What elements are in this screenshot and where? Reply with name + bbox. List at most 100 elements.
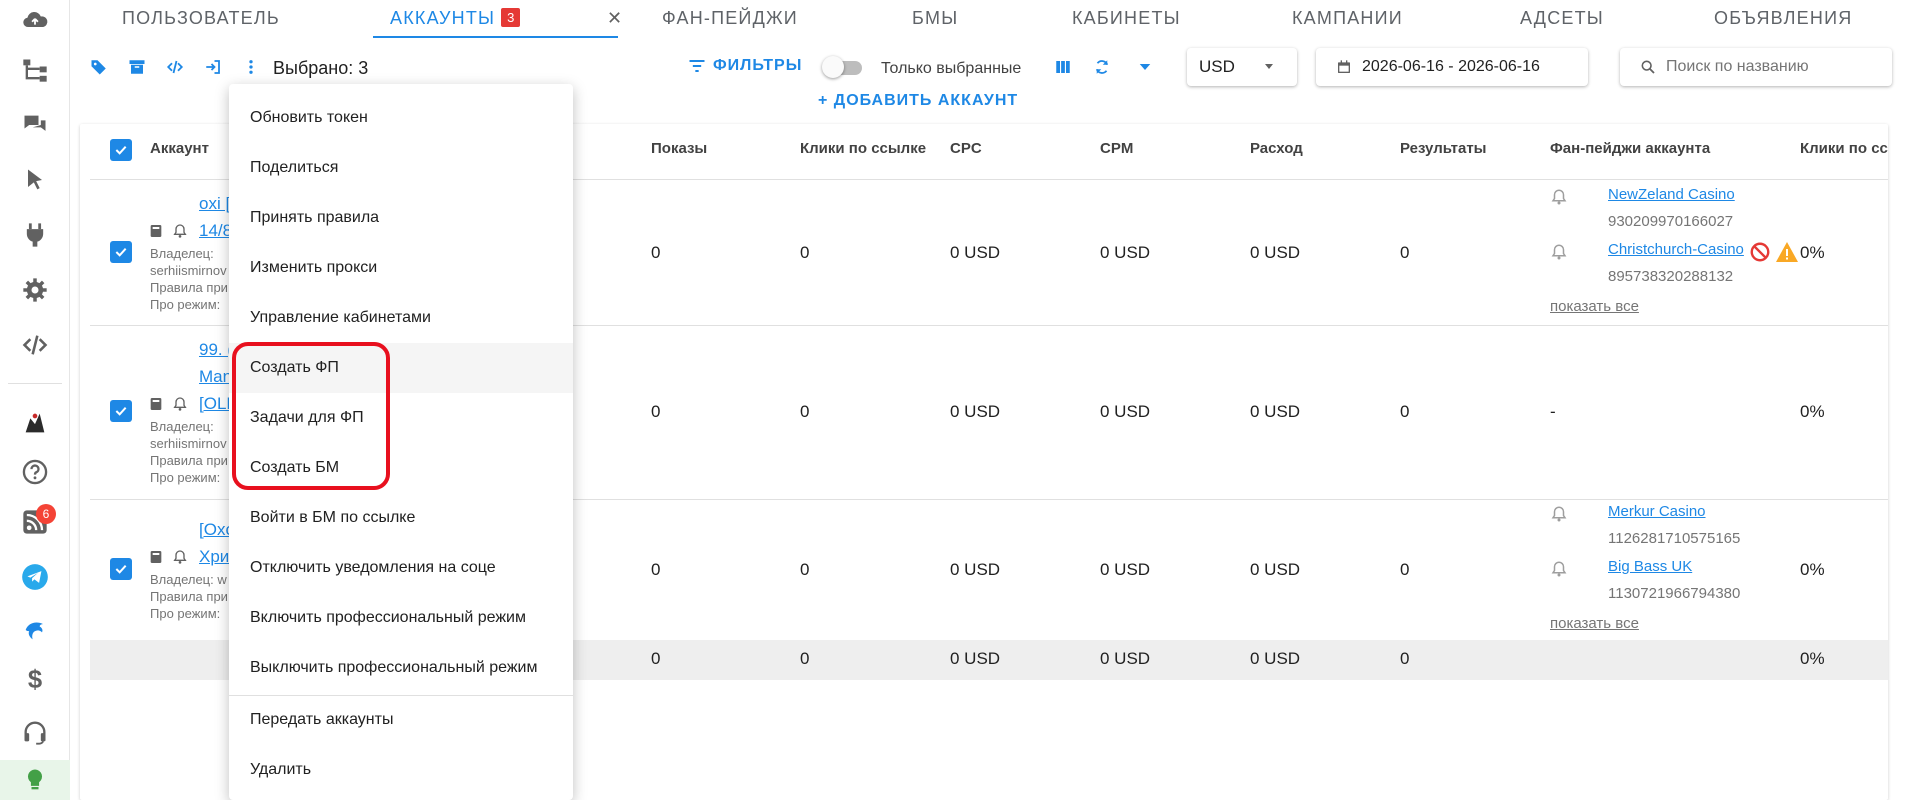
tab-accounts[interactable]: Аккаунты 3 bbox=[390, 8, 521, 29]
row-checkbox[interactable] bbox=[110, 241, 132, 263]
filters-label: ФИЛЬТРЫ bbox=[713, 57, 803, 74]
menu-item-share[interactable]: Поделиться bbox=[229, 143, 573, 193]
date-range-picker[interactable]: 2026-06-16 - 2026-06-16 bbox=[1316, 48, 1588, 86]
cpm-cell: 0 USD bbox=[1100, 243, 1151, 262]
menu-item-change-proxy[interactable]: Изменить прокси bbox=[229, 243, 573, 293]
add-account-button[interactable]: + ДОБАВИТЬ АККАУНТ bbox=[818, 92, 1018, 110]
account-name-link[interactable]: 14/8 bbox=[199, 221, 232, 241]
menu-item-join-bm-by-link[interactable]: Войти в БМ по ссылке bbox=[229, 493, 573, 543]
menu-item-disable-pro-mode[interactable]: Выключить профессиональный режим bbox=[229, 643, 573, 693]
bell-icon[interactable] bbox=[1550, 560, 1568, 578]
fanpage-link[interactable]: NewZeland Casino bbox=[1608, 186, 1735, 203]
row-checkbox[interactable] bbox=[110, 558, 132, 580]
fanpage-link[interactable]: Christchurch-Casino bbox=[1608, 241, 1744, 258]
cpc-cell: 0 USD bbox=[950, 560, 1001, 579]
logo-icon[interactable] bbox=[0, 403, 70, 443]
header-link-clicks[interactable]: Клики по ссылке bbox=[800, 140, 926, 157]
login-icon[interactable] bbox=[200, 54, 226, 80]
account-name-link[interactable]: Man bbox=[199, 367, 232, 387]
menu-item-refresh-token[interactable]: Обновить токен bbox=[229, 93, 573, 143]
menu-item-disable-notifications[interactable]: Отключить уведомления на соце bbox=[229, 543, 573, 593]
filters-button[interactable]: ФИЛЬТРЫ bbox=[687, 56, 802, 76]
search-box[interactable] bbox=[1620, 48, 1892, 86]
show-all-link[interactable]: показать все bbox=[1550, 298, 1639, 315]
bell-icon[interactable] bbox=[172, 549, 188, 565]
dollar-icon[interactable]: $ bbox=[0, 660, 70, 700]
fanpage-link[interactable]: Big Bass UK bbox=[1608, 558, 1692, 575]
currency-select[interactable]: USD bbox=[1187, 48, 1297, 86]
menu-item-create-bm[interactable]: Создать БМ bbox=[229, 443, 573, 493]
tab-fanpages[interactable]: Фан-пейджи bbox=[662, 8, 798, 29]
tab-bms[interactable]: БМы bbox=[912, 8, 958, 29]
tab-active-indicator bbox=[373, 36, 618, 38]
tab-adsets[interactable]: Адсеты bbox=[1520, 8, 1604, 29]
dolphin-icon[interactable] bbox=[0, 610, 70, 650]
header-fanpages[interactable]: Фан-пейджи аккаунта bbox=[1550, 140, 1710, 157]
account-name-link[interactable]: oxi [ bbox=[199, 194, 230, 214]
header-cpc[interactable]: CPC bbox=[950, 140, 982, 157]
tab-accounts-label: Аккаунты bbox=[390, 8, 496, 28]
show-all-link[interactable]: показать все bbox=[1550, 615, 1639, 632]
sitemap-icon[interactable] bbox=[0, 50, 70, 90]
chevron-down-icon bbox=[1265, 64, 1273, 69]
cloud-icon[interactable] bbox=[0, 0, 70, 40]
fanpages-empty: - bbox=[1550, 402, 1556, 421]
menu-item-manage-cabinets[interactable]: Управление кабинетами bbox=[229, 293, 573, 343]
close-icon[interactable]: ✕ bbox=[607, 8, 622, 29]
bulb-button[interactable] bbox=[0, 760, 70, 800]
headset-icon[interactable] bbox=[0, 712, 70, 752]
tab-campaigns[interactable]: Кампании bbox=[1292, 8, 1403, 29]
header-account[interactable]: Аккаунт bbox=[150, 140, 209, 157]
tab-user[interactable]: Пользователь bbox=[122, 8, 280, 29]
more-vert-icon[interactable] bbox=[238, 54, 264, 80]
telegram-icon[interactable] bbox=[0, 557, 70, 597]
rss-icon[interactable]: 6 bbox=[0, 502, 70, 542]
tab-cabinets[interactable]: Кабинеты bbox=[1072, 8, 1181, 29]
chevron-down-icon[interactable] bbox=[1132, 54, 1158, 80]
bulb-icon bbox=[0, 760, 70, 800]
account-name-link[interactable]: 99. ( bbox=[199, 340, 233, 360]
fanpage-link[interactable]: Merkur Casino bbox=[1608, 503, 1706, 520]
tab-accounts-badge: 3 bbox=[501, 8, 521, 27]
cursor-icon[interactable] bbox=[0, 160, 70, 200]
header-results[interactable]: Результаты bbox=[1400, 140, 1486, 157]
bell-icon[interactable] bbox=[1550, 505, 1568, 523]
menu-item-accept-rules[interactable]: Принять правила bbox=[229, 193, 573, 243]
row-checkbox[interactable] bbox=[110, 400, 132, 422]
header-link-clicks-2[interactable]: Клики по сс bbox=[1800, 140, 1888, 157]
code-icon[interactable] bbox=[0, 325, 70, 365]
columns-icon[interactable] bbox=[1050, 54, 1076, 80]
menu-item-fp-tasks[interactable]: Задачи для ФП bbox=[229, 393, 573, 443]
bell-icon[interactable] bbox=[1550, 243, 1568, 261]
menu-item-delete[interactable]: Удалить bbox=[229, 745, 573, 795]
header-spend[interactable]: Расход bbox=[1250, 140, 1303, 157]
menu-item-enable-pro-mode[interactable]: Включить профессиональный режим bbox=[229, 593, 573, 643]
gear-icon[interactable] bbox=[0, 270, 70, 310]
cpm-cell: 0 USD bbox=[1100, 402, 1151, 421]
header-cpm[interactable]: CPM bbox=[1100, 140, 1133, 157]
tag-icon[interactable] bbox=[86, 54, 112, 80]
header-impressions[interactable]: Показы bbox=[651, 140, 707, 157]
book-icon bbox=[150, 551, 162, 563]
account-name-link[interactable]: Хри bbox=[199, 547, 229, 567]
search-input[interactable] bbox=[1666, 58, 1866, 76]
chat-icon[interactable] bbox=[0, 105, 70, 145]
bell-icon[interactable] bbox=[1550, 188, 1568, 206]
help-icon[interactable] bbox=[0, 452, 70, 492]
menu-item-create-fp[interactable]: Создать ФП bbox=[229, 343, 573, 393]
tab-ads[interactable]: Объявления bbox=[1714, 8, 1852, 29]
bell-icon[interactable] bbox=[172, 396, 188, 412]
refresh-icon[interactable] bbox=[1089, 54, 1115, 80]
impressions-cell: 0 bbox=[651, 560, 661, 579]
archive-icon[interactable] bbox=[124, 54, 150, 80]
menu-item-transfer-accounts[interactable]: Передать аккаунты bbox=[229, 695, 573, 745]
bell-icon[interactable] bbox=[172, 223, 188, 239]
svg-text:$: $ bbox=[28, 666, 42, 694]
book-icon bbox=[150, 225, 162, 237]
only-selected-toggle-thumb[interactable] bbox=[822, 56, 844, 78]
select-all-checkbox[interactable] bbox=[110, 139, 132, 161]
code-icon[interactable] bbox=[162, 54, 188, 80]
plug-icon[interactable] bbox=[0, 215, 70, 255]
total-results: 0 bbox=[1400, 649, 1410, 668]
ctr-cell: 0% bbox=[1800, 402, 1825, 421]
